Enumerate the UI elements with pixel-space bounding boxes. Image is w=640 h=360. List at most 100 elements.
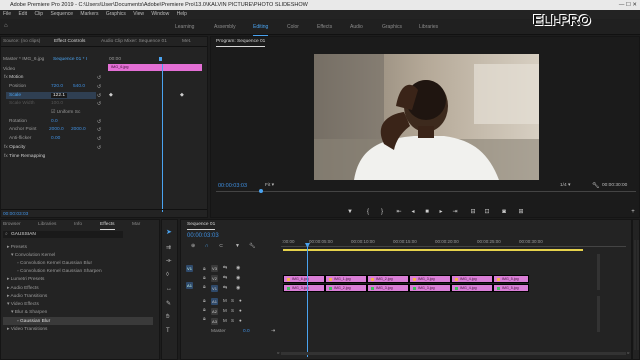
- tab-source[interactable]: Source: (no clips): [3, 37, 40, 46]
- reset-icon[interactable]: ↺: [97, 127, 101, 133]
- track-target-a1[interactable]: A1: [186, 282, 193, 289]
- scroll-handle-icon[interactable]: ○: [627, 350, 629, 355]
- workspace-audio[interactable]: Audio: [350, 19, 363, 35]
- effects-item-selected[interactable]: ▫ Gaussian Blur: [17, 319, 50, 324]
- workspace-editing[interactable]: Editing: [253, 19, 269, 36]
- eye-icon[interactable]: ◉: [236, 265, 240, 271]
- linked-selection-icon[interactable]: ⊂: [219, 243, 223, 249]
- reset-icon[interactable]: ↺: [97, 136, 101, 142]
- position-y-value[interactable]: 540.0: [73, 84, 85, 89]
- menu-help[interactable]: Help: [177, 11, 187, 17]
- tab-metadata[interactable]: Met.: [182, 37, 191, 46]
- mute-button[interactable]: M: [223, 308, 227, 313]
- workspace-learning[interactable]: Learning: [175, 19, 194, 35]
- effects-item[interactable]: ▫ Convolution Kernel Gaussian Sharpen: [17, 269, 102, 274]
- add-marker-icon[interactable]: ▼: [235, 243, 240, 249]
- menu-edit[interactable]: Edit: [18, 11, 27, 17]
- reset-icon[interactable]: ↺: [97, 101, 101, 107]
- menu-graphics[interactable]: Graphics: [106, 11, 126, 17]
- eye-icon[interactable]: ◉: [236, 285, 240, 291]
- workspace-graphics[interactable]: Graphics: [382, 19, 402, 35]
- mic-icon[interactable]: ●: [239, 318, 242, 323]
- effects-item[interactable]: ▾ Convolution Kernel: [11, 253, 55, 258]
- comparison-view-icon[interactable]: ⊞: [517, 208, 525, 216]
- workspace-effects[interactable]: Effects: [317, 19, 332, 35]
- lock-icon[interactable]: 🔒︎: [203, 298, 206, 304]
- marker-icon[interactable]: ▼: [346, 208, 354, 216]
- home-icon[interactable]: ⌂: [4, 23, 8, 29]
- type-tool-icon[interactable]: T: [166, 328, 170, 334]
- reset-icon[interactable]: ↺: [97, 84, 101, 90]
- solo-button[interactable]: S: [231, 318, 234, 323]
- track-a3-label[interactable]: A3: [211, 318, 218, 325]
- track-v3-label[interactable]: V3: [211, 265, 218, 272]
- lock-icon[interactable]: 🔒︎: [203, 307, 206, 313]
- master-clip-label[interactable]: Master * IMG_6.jpg: [3, 57, 44, 62]
- effects-item[interactable]: ▾ Video Effects: [7, 302, 39, 307]
- effects-item[interactable]: ▸ Audio Transitions: [7, 294, 47, 299]
- menu-window[interactable]: Window: [151, 11, 169, 17]
- menu-view[interactable]: View: [133, 11, 144, 17]
- timeline-timecode[interactable]: 00:00:03:03: [187, 233, 219, 239]
- go-to-end-icon[interactable]: ⇥: [271, 328, 275, 334]
- clip-v2[interactable]: IMG_5.jpg: [493, 275, 529, 283]
- tab-effects[interactable]: Effects: [100, 220, 115, 230]
- keyframe-icon[interactable]: ◆: [180, 92, 184, 98]
- clip-v2[interactable]: IMG_2.jpg: [367, 275, 409, 283]
- snap-icon[interactable]: ∩: [205, 243, 209, 249]
- keyframe-icon[interactable]: ◆: [109, 92, 113, 98]
- clip-v2[interactable]: IMG_3.jpg: [409, 275, 451, 283]
- ec-timecode[interactable]: 00:00:03:03: [3, 212, 28, 217]
- scroll-handle-icon[interactable]: ○: [277, 350, 279, 355]
- clip-v1[interactable]: IMG_3.jpg: [283, 284, 325, 292]
- sequence-clip-label[interactable]: Sequence 01 * I: [53, 57, 87, 62]
- effects-search-input[interactable]: GAUSSIAN: [3, 231, 123, 238]
- mic-icon[interactable]: ●: [239, 308, 242, 313]
- tab-browser[interactable]: Browser: [3, 220, 21, 229]
- workspace-libraries[interactable]: Libraries: [419, 19, 438, 35]
- clip-v1[interactable]: IMG_2.jpg: [325, 284, 367, 292]
- work-area-bar[interactable]: [283, 249, 583, 251]
- extract-icon[interactable]: ⊡: [483, 208, 491, 216]
- track-a1-label[interactable]: A1: [211, 298, 218, 305]
- reset-icon[interactable]: ↺: [97, 93, 101, 99]
- slip-tool-icon[interactable]: ↔: [166, 286, 172, 292]
- lock-icon[interactable]: 🔒︎: [203, 275, 206, 281]
- tab-info[interactable]: Info: [74, 220, 82, 229]
- clip-v1[interactable]: IMG_5.jpg: [493, 284, 529, 292]
- workspace-assembly[interactable]: Assembly: [214, 19, 236, 35]
- resolution-dropdown[interactable]: 1/4 ▾: [560, 183, 570, 188]
- step-back-icon[interactable]: ◂: [409, 208, 417, 216]
- mic-icon[interactable]: ●: [239, 298, 242, 303]
- tab-libraries[interactable]: Libraries: [38, 220, 56, 229]
- clip-v1[interactable]: IMG_4.jpg: [451, 284, 493, 292]
- program-monitor-title[interactable]: Program: Sequence 01: [216, 37, 266, 47]
- track-select-tool-icon[interactable]: ⇉: [166, 244, 171, 251]
- lock-icon[interactable]: 🔒︎: [203, 284, 206, 290]
- menu-sequence[interactable]: Sequence: [50, 11, 73, 17]
- eye-icon[interactable]: ◉: [236, 275, 240, 281]
- workspace-color[interactable]: Color: [287, 19, 299, 35]
- mute-button[interactable]: M: [223, 318, 227, 323]
- pen-tool-icon[interactable]: ✎: [166, 300, 171, 307]
- sync-lock-icon[interactable]: ⇆: [223, 265, 227, 271]
- clip-v1[interactable]: IMG_3.jpg: [367, 284, 409, 292]
- tab-audio-clip-mixer[interactable]: Audio Clip Mixer: Sequence 01: [101, 37, 167, 46]
- clip-v2[interactable]: IMG_4.jpg: [451, 275, 493, 283]
- scale-value[interactable]: 122.1: [51, 93, 68, 98]
- add-button-icon[interactable]: +: [629, 208, 637, 216]
- nest-icon[interactable]: ⊕: [191, 243, 195, 249]
- lock-icon[interactable]: 🔒︎: [203, 266, 206, 272]
- effects-item[interactable]: ▸ Video Transitions: [7, 327, 47, 332]
- track-a2-label[interactable]: A2: [211, 308, 218, 315]
- master-volume-value[interactable]: 0.0: [243, 329, 250, 334]
- mark-out-icon[interactable]: }: [378, 208, 386, 216]
- ripple-edit-tool-icon[interactable]: ⟛: [166, 258, 171, 265]
- program-timecode[interactable]: 00:00:03:03: [218, 183, 247, 189]
- stop-icon[interactable]: ■: [423, 208, 431, 216]
- anti-flicker-value[interactable]: 0.00: [51, 136, 60, 141]
- effects-item[interactable]: ▫ Convolution Kernel Gaussian Blur: [17, 261, 92, 266]
- go-to-out-icon[interactable]: ⇥: [451, 208, 459, 216]
- rotation-value[interactable]: 0.0: [51, 119, 58, 124]
- lift-icon[interactable]: ⊟: [469, 208, 477, 216]
